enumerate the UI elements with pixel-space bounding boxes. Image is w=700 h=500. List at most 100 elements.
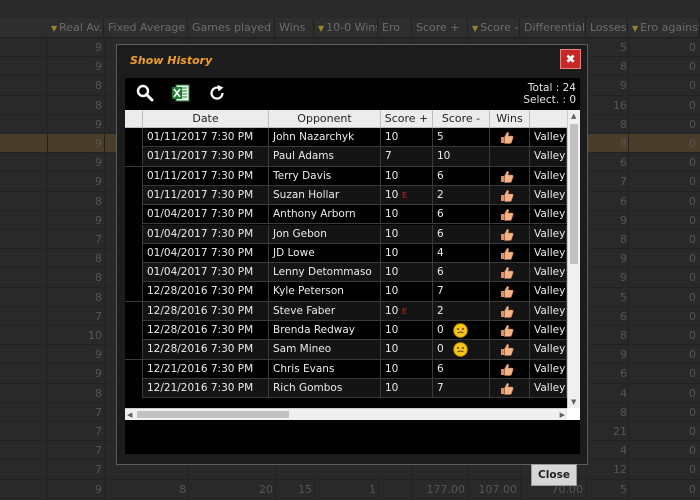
table-row[interactable]: 12/28/2016 7:30 PM Kyle Peterson 10 7 Valley — [125, 282, 567, 302]
excel-export-icon[interactable] — [171, 83, 191, 103]
opponent-cell: JD Lowe — [269, 243, 381, 263]
thumbs-up-icon — [501, 363, 514, 376]
score-minus-cell: 0 — [433, 340, 490, 360]
score-plus-cell: 10 — [381, 282, 433, 302]
row-selector[interactable] — [125, 243, 143, 263]
table-row[interactable]: 01/04/2017 7:30 PM Lenny Detommaso 10 6 Vall… — [125, 263, 567, 283]
table-row[interactable]: 01/11/2017 7:30 PM Suzan Hollar 10 E 2 Valley — [125, 185, 567, 206]
table-row[interactable]: 01/04/2017 7:30 PM Jon Gebon 10 6 Valley — [125, 224, 567, 244]
opponent-cell: Lenny Detommaso — [269, 263, 381, 283]
date-cell: 12/28/2016 7:30 PM — [143, 282, 269, 302]
table-row[interactable]: 01/11/2017 7:30 PM Paul Adams 7 10 Valley — [125, 147, 567, 167]
score-minus-cell: 2 — [433, 185, 490, 205]
date-cell: 01/11/2017 7:30 PM — [143, 185, 269, 205]
row-selector[interactable] — [125, 301, 143, 321]
row-selector[interactable] — [125, 205, 143, 225]
score-minus-cell: 2 — [433, 301, 490, 321]
wins-cell — [490, 243, 530, 263]
scroll-up-icon[interactable]: ▲ — [571, 112, 576, 120]
score-plus-cell: 10 — [381, 340, 433, 360]
venue-cell: Valley — [530, 263, 567, 283]
row-selector[interactable] — [125, 340, 143, 360]
scroll-right-icon[interactable]: ▶ — [560, 411, 565, 419]
score-minus-cell: 5 — [433, 128, 490, 147]
vertical-scrollbar[interactable]: ▲ ▼ — [567, 110, 580, 408]
wins-cell — [490, 224, 530, 244]
opponent-cell: Rich Gombos — [269, 378, 381, 398]
row-selector[interactable] — [125, 263, 143, 283]
table-row[interactable]: 01/11/2017 7:30 PM John Nazarchyk 10 5 Valle… — [125, 128, 567, 148]
score-minus-cell: 6 — [433, 263, 490, 283]
row-selector[interactable] — [125, 321, 143, 340]
opponent-cell: Sam Mineo — [269, 340, 381, 360]
column-header-wins[interactable]: Wins — [490, 110, 530, 128]
date-cell: 12/21/2016 7:30 PM — [143, 359, 269, 379]
score-plus-cell: 10 E — [381, 301, 433, 321]
row-selector[interactable] — [125, 224, 143, 244]
venue-cell: Valley — [530, 282, 567, 302]
column-header-venue[interactable] — [530, 110, 572, 128]
table-row[interactable]: 01/04/2017 7:30 PM JD Lowe 10 4 Valley — [125, 243, 567, 264]
e-marker: E — [402, 306, 408, 316]
score-minus-cell: 6 — [433, 224, 490, 244]
score-plus-cell: 10 — [381, 378, 433, 398]
opponent-cell: John Nazarchyk — [269, 128, 381, 147]
history-totals: Total : 24 Select. : 0 — [523, 82, 576, 106]
wins-cell — [490, 205, 530, 225]
date-cell: 01/11/2017 7:30 PM — [143, 128, 269, 147]
wins-cell — [490, 378, 530, 398]
score-minus-cell: 6 — [433, 166, 490, 186]
wins-cell — [490, 166, 530, 186]
vertical-scroll-thumb[interactable] — [570, 124, 578, 264]
column-header-opponent[interactable]: Opponent — [269, 110, 381, 128]
opponent-cell: Anthony Arborn — [269, 205, 381, 225]
horizontal-scroll-thumb[interactable] — [137, 411, 289, 418]
date-cell: 01/04/2017 7:30 PM — [143, 263, 269, 283]
horizontal-scrollbar[interactable]: ◀ ▶ — [125, 408, 567, 420]
search-icon[interactable] — [135, 83, 155, 103]
row-selector[interactable] — [125, 359, 143, 379]
scroll-left-icon[interactable]: ◀ — [127, 411, 132, 419]
row-selector[interactable] — [125, 128, 143, 147]
table-row[interactable]: 01/04/2017 7:30 PM Anthony Arborn 10 6 Valle… — [125, 205, 567, 225]
thumbs-up-icon — [501, 267, 514, 279]
refresh-icon[interactable] — [207, 83, 227, 103]
score-minus-cell: 10 — [433, 147, 490, 167]
row-selector[interactable] — [125, 166, 143, 186]
wins-cell — [490, 301, 530, 321]
history-grid-header: Date Opponent Score + Score - Wins — [125, 110, 572, 128]
column-header-score-plus[interactable]: Score + — [381, 110, 433, 128]
row-selector[interactable] — [125, 378, 143, 398]
thumbs-up-icon — [501, 189, 514, 202]
row-selector[interactable] — [125, 282, 143, 302]
column-header-score-minus[interactable]: Score - — [433, 110, 490, 128]
row-selector[interactable] — [125, 185, 143, 205]
dialog-close-icon[interactable]: ✖ — [560, 49, 581, 69]
column-header-date[interactable]: Date — [143, 110, 269, 128]
score-plus-cell: 10 — [381, 166, 433, 186]
wins-cell — [490, 147, 530, 167]
history-grid: Date Opponent Score + Score - Wins 01/11… — [125, 110, 580, 420]
opponent-cell: Chris Evans — [269, 359, 381, 379]
scroll-down-icon[interactable]: ▼ — [571, 398, 576, 406]
table-row[interactable]: 01/11/2017 7:30 PM Terry Davis 10 6 Valley — [125, 166, 567, 186]
table-row[interactable]: 12/21/2016 7:30 PM Chris Evans 10 6 Valley — [125, 359, 567, 379]
wins-cell — [490, 263, 530, 283]
opponent-cell: Kyle Peterson — [269, 282, 381, 302]
table-row[interactable]: 12/21/2016 7:30 PM Rich Gombos 10 7 Valley — [125, 378, 567, 399]
wins-cell — [490, 321, 530, 340]
smiley-icon — [453, 342, 468, 357]
date-cell: 01/11/2017 7:30 PM — [143, 166, 269, 186]
opponent-cell: Terry Davis — [269, 166, 381, 186]
row-selector[interactable] — [125, 147, 143, 167]
dialog-toolbar: Total : 24 Select. : 0 — [125, 78, 580, 110]
thumbs-up-icon — [501, 247, 514, 260]
close-button[interactable]: Close — [531, 464, 577, 486]
total-count: Total : 24 — [527, 82, 576, 94]
table-row[interactable]: 12/28/2016 7:30 PM Sam Mineo 10 0 Valley — [125, 340, 567, 360]
opponent-cell: Jon Gebon — [269, 224, 381, 244]
date-cell: 12/28/2016 7:30 PM — [143, 321, 269, 340]
table-row[interactable]: 12/28/2016 7:30 PM Steve Faber 10 E 2 Valley — [125, 301, 567, 321]
opponent-cell: Brenda Redway — [269, 321, 381, 340]
table-row[interactable]: 12/28/2016 7:30 PM Brenda Redway 10 0 Valley — [125, 321, 567, 341]
